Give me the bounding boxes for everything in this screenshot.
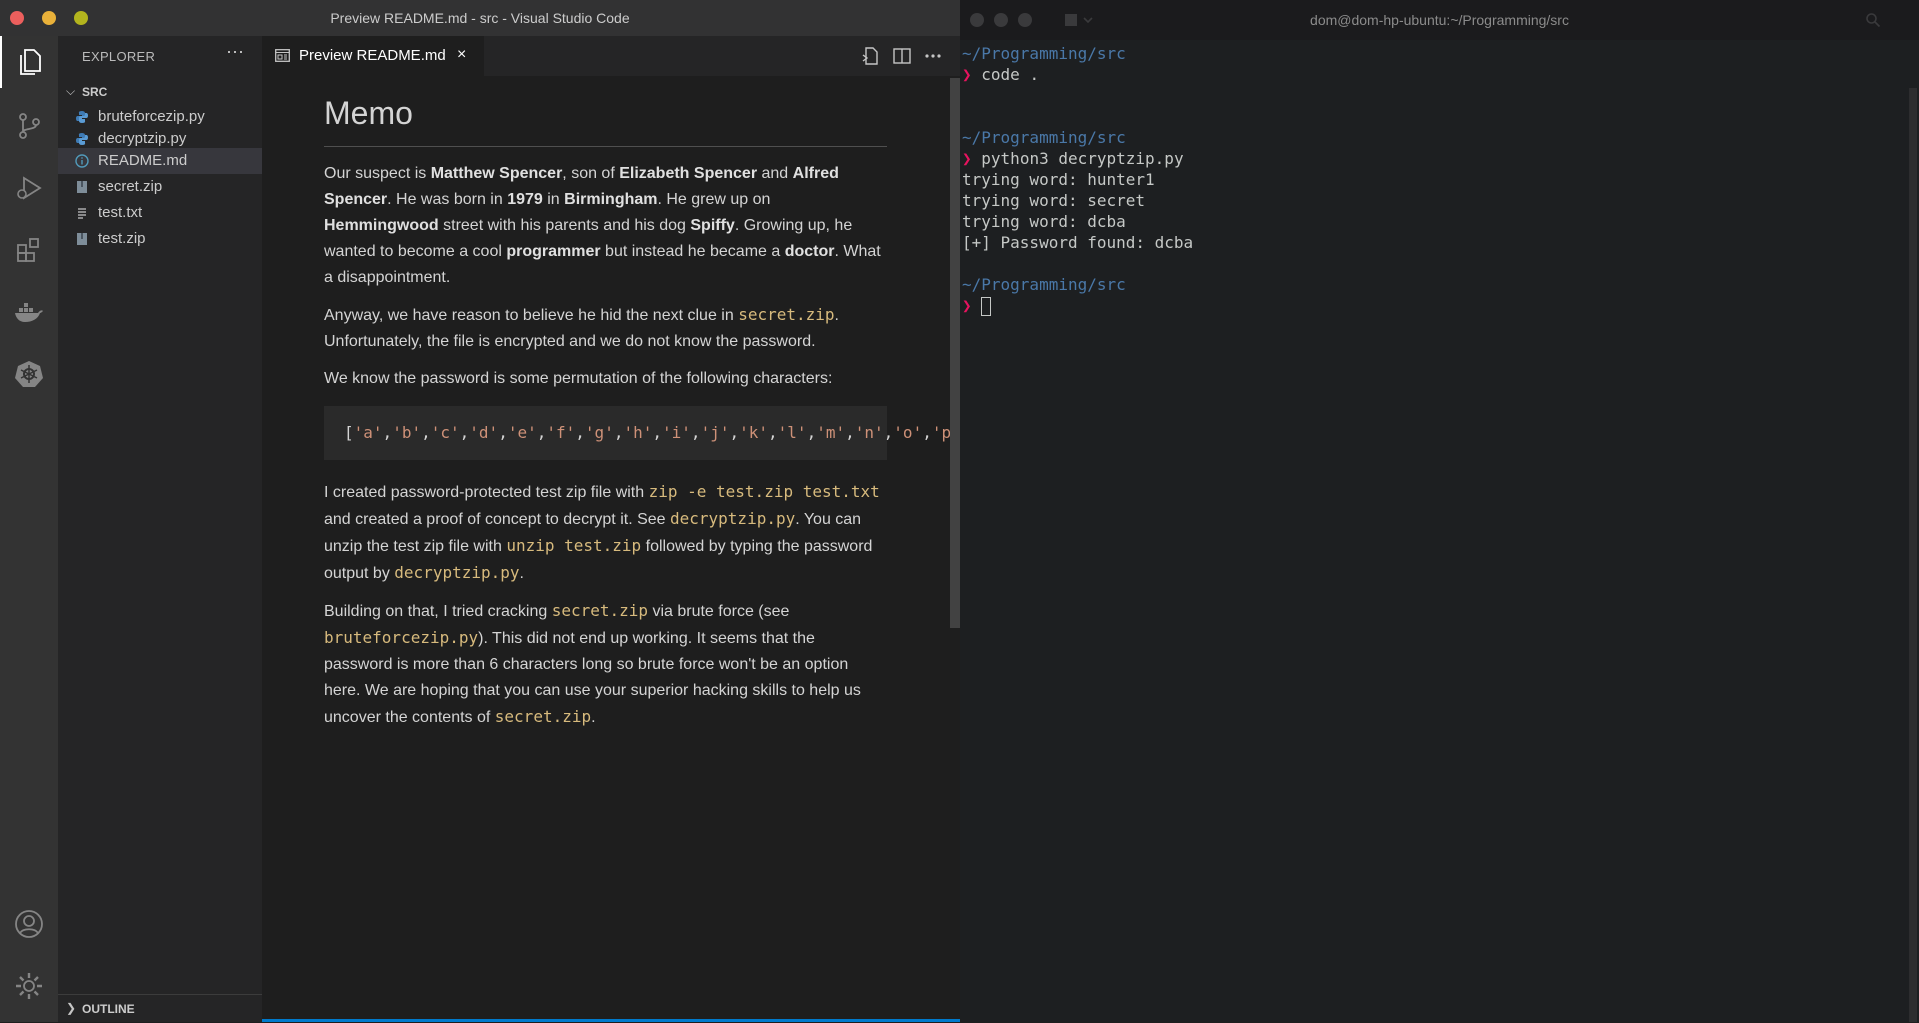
paragraph: We know the password is some permutation… xyxy=(324,370,833,387)
python-icon xyxy=(76,133,88,145)
kubernetes-icon[interactable] xyxy=(0,348,58,400)
explorer-icon[interactable] xyxy=(0,36,58,88)
source-control-icon[interactable] xyxy=(0,100,58,152)
terminal-window: dom@dom-hp-ubuntu:~/Programming/src ~/Pr… xyxy=(960,0,1919,1022)
python-icon xyxy=(76,111,88,123)
preview-icon xyxy=(275,49,290,62)
code-string: 'b' xyxy=(392,423,422,442)
editor-scrollbar[interactable] xyxy=(950,78,960,628)
close-tab-icon[interactable]: × xyxy=(457,46,466,64)
paragraph: I created password-protected test zip fi… xyxy=(324,482,880,582)
code-string: 'm' xyxy=(816,423,846,442)
code-string: 'o' xyxy=(893,423,923,442)
docker-icon[interactable] xyxy=(0,286,58,338)
accounts-icon[interactable] xyxy=(0,898,58,950)
paragraph: Building on that, I tried cracking secre… xyxy=(324,601,861,726)
paragraph: Anyway, we have reason to believe he hid… xyxy=(324,305,839,350)
markdown-preview: Memo Our suspect is Matthew Spencer, son… xyxy=(262,76,1741,1022)
paragraph: Our suspect is Matthew Spencer, son of E… xyxy=(324,165,881,286)
code-string: 'f' xyxy=(546,423,576,442)
terminal-output[interactable]: ~/Programming/src ❯ code . ~/Programming… xyxy=(962,43,1193,316)
explorer-sidebar: EXPLORER ⋯ ⌵ SRC bruteforcezip.py decryp… xyxy=(58,36,262,1022)
terminal-cursor xyxy=(981,297,992,316)
zip-icon xyxy=(77,233,87,245)
file-item[interactable]: test.txt xyxy=(58,200,262,226)
tab-bar: Preview README.md × xyxy=(262,36,960,76)
terminal-scrollbar[interactable] xyxy=(1909,88,1917,1022)
extensions-icon[interactable] xyxy=(0,224,58,276)
terminal-title-bar: dom@dom-hp-ubuntu:~/Programming/src xyxy=(960,0,1919,40)
code-string: 'g' xyxy=(584,423,614,442)
window-title: Preview README.md - src - Visual Studio … xyxy=(330,10,630,26)
search-icon[interactable] xyxy=(1865,12,1881,28)
info-icon xyxy=(75,154,89,168)
code-string: 'n' xyxy=(854,423,884,442)
code-string: 'i' xyxy=(662,423,691,442)
code-string: 'd' xyxy=(469,423,499,442)
page-title: Memo xyxy=(324,94,887,147)
file-item-active[interactable]: README.md xyxy=(58,148,262,174)
file-item[interactable]: test.zip xyxy=(58,226,262,252)
explorer-header: EXPLORER xyxy=(82,49,156,64)
settings-gear-icon[interactable] xyxy=(0,960,58,1012)
title-bar: Preview README.md - src - Visual Studio … xyxy=(0,0,960,36)
open-source-icon[interactable] xyxy=(861,46,881,66)
text-file-icon xyxy=(78,208,86,219)
code-string: 'c' xyxy=(430,423,460,442)
tab-preview-readme[interactable]: Preview README.md × xyxy=(262,36,484,76)
vscode-window: Preview README.md - src - Visual Studio … xyxy=(0,0,1741,1022)
code-string: 'k' xyxy=(739,423,769,442)
file-item[interactable]: secret.zip xyxy=(58,174,262,200)
code-string: 'e' xyxy=(507,423,537,442)
code-block: ['a','b','c','d','e','f','g','h','i','j'… xyxy=(324,406,1741,460)
split-editor-icon[interactable] xyxy=(892,46,912,66)
chevron-right-icon: ❯ xyxy=(66,1001,77,1015)
folder-src[interactable]: ⌵ SRC xyxy=(58,82,262,104)
terminal-title: dom@dom-hp-ubuntu:~/Programming/src xyxy=(1310,12,1569,28)
code-string: 'h' xyxy=(623,423,653,442)
chevron-down-icon: ⌵ xyxy=(66,84,76,98)
code-string: 'l' xyxy=(777,423,807,442)
run-debug-icon[interactable] xyxy=(0,162,58,214)
code-string: 'j' xyxy=(700,423,730,442)
activity-bar xyxy=(0,36,58,1022)
more-actions-icon[interactable]: ⋯ xyxy=(226,42,244,63)
zip-icon xyxy=(77,181,87,193)
outline-section[interactable]: ❯ OUTLINE xyxy=(58,994,262,1023)
more-actions-icon[interactable] xyxy=(923,46,943,66)
code-string: 'a' xyxy=(353,423,383,442)
